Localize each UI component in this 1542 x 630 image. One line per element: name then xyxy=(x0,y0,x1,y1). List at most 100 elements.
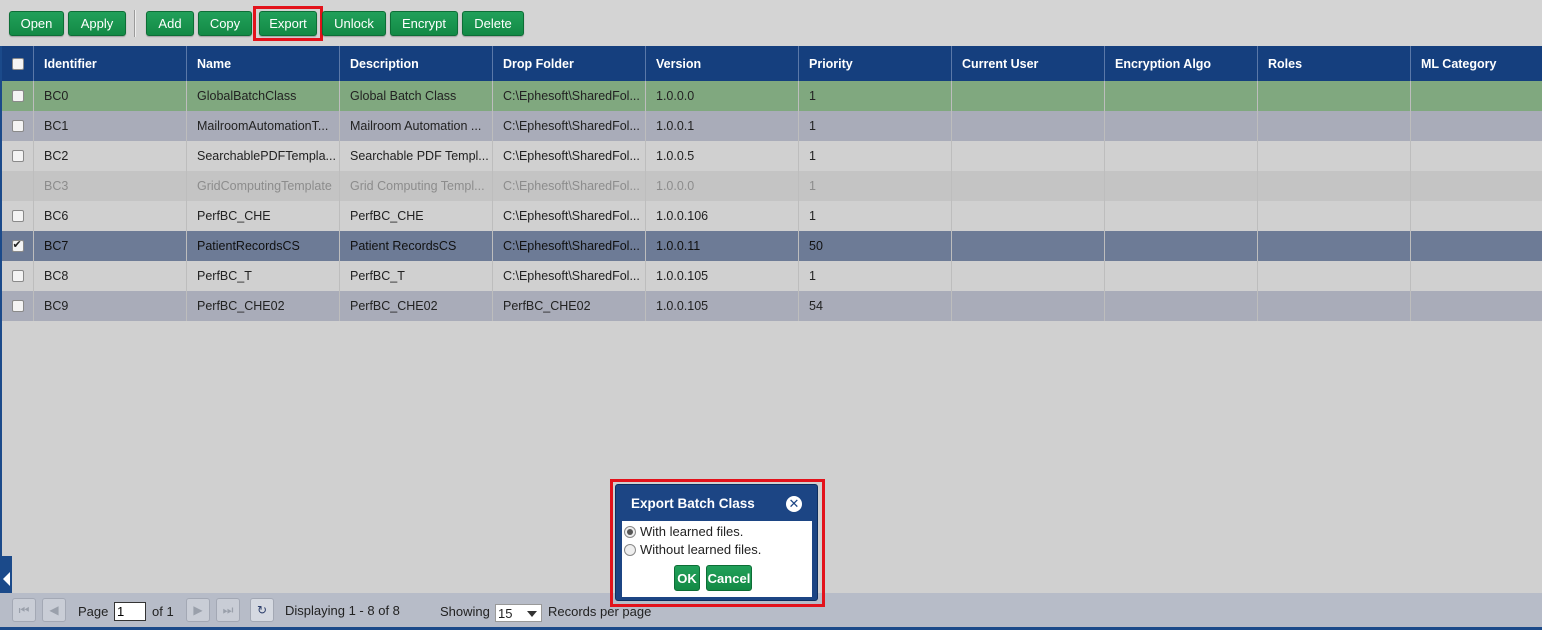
cell-ml-category xyxy=(1411,201,1542,231)
cell-name: GlobalBatchClass xyxy=(187,81,340,111)
first-page-icon[interactable]: ⏮ xyxy=(12,598,36,622)
select-all-checkbox[interactable] xyxy=(11,57,24,70)
row-checkbox[interactable] xyxy=(11,238,24,252)
table-row[interactable]: BC8 PerfBC_T PerfBC_T C:\Ephesoft\SharedFol… xyxy=(2,261,1542,291)
cell-name: PerfBC_CHE02 xyxy=(187,291,340,321)
row-checkbox[interactable] xyxy=(11,120,24,132)
without-learned-files-radio[interactable] xyxy=(624,543,636,556)
copy-button[interactable]: Copy xyxy=(198,11,252,36)
table-row[interactable]: BC3 GridComputingTemplate Grid Computing T… xyxy=(2,171,1542,201)
table-row[interactable]: BC7PatientRecordsCSPatient RecordsCSC:\E… xyxy=(2,231,1542,261)
cell-description: Mailroom Automation ... xyxy=(340,111,493,141)
cell-name: SearchablePDFTempla... xyxy=(187,141,340,171)
cell-drop-folder: C:\Ephesoft\SharedFol... xyxy=(493,141,646,171)
cell-drop-folder: C:\Ephesoft\SharedFol... xyxy=(493,111,646,141)
with-learned-files-label: With learned files. xyxy=(640,524,744,539)
row-checkbox[interactable] xyxy=(11,300,24,312)
cell-current-user xyxy=(952,141,1105,171)
export-button[interactable]: Export xyxy=(259,11,317,36)
cell-version: 1.0.0.1 xyxy=(646,111,799,141)
column-header-identifier[interactable]: Identifier xyxy=(34,46,187,81)
table-row[interactable]: BC1 MailroomAutomationT... Mailroom Automa… xyxy=(2,111,1542,141)
grid-header: Identifier Name Description Drop Folder … xyxy=(2,46,1542,81)
add-button[interactable]: Add xyxy=(146,11,194,36)
next-page-icon[interactable]: ▶ xyxy=(186,598,210,622)
table-row[interactable]: BC0 GlobalBatchClass Global Batch Class C:\… xyxy=(2,81,1542,111)
refresh-icon[interactable]: ↻ xyxy=(250,598,274,622)
cell-identifier: BC9 xyxy=(34,291,187,321)
cell-priority: 1 xyxy=(799,201,952,231)
cell-drop-folder: C:\Ephesoft\SharedFol... xyxy=(493,171,646,201)
previous-page-icon[interactable]: ◀ xyxy=(42,598,66,622)
table-row[interactable]: BC6 PerfBC_CHE PerfBC_CHE C:\Ephesoft\Share… xyxy=(2,201,1542,231)
cell-roles xyxy=(1258,81,1411,111)
with-learned-files-option[interactable]: With learned files. xyxy=(624,524,743,539)
export-batch-class-dialog: Export Batch Class ✕ With learned files.… xyxy=(615,484,818,601)
page-count-label: of 1 xyxy=(152,604,174,619)
column-header-priority[interactable]: Priority xyxy=(799,46,952,81)
column-header-encryption-algo[interactable]: Encryption Algo xyxy=(1105,46,1258,81)
cell-identifier: BC2 xyxy=(34,141,187,171)
cell-priority: 1 xyxy=(799,111,952,141)
with-learned-files-radio[interactable] xyxy=(624,525,636,538)
cell-ml-category xyxy=(1411,111,1542,141)
cell-roles xyxy=(1258,141,1411,171)
column-header-name[interactable]: Name xyxy=(187,46,340,81)
table-row[interactable]: BC9 PerfBC_CHE02 PerfBC_CHE02 PerfBC_CHE02 1… xyxy=(2,291,1542,321)
cell-ml-category xyxy=(1411,291,1542,321)
cell-encryption-algo xyxy=(1105,261,1258,291)
cell-current-user xyxy=(952,261,1105,291)
cell-drop-folder: C:\Ephesoft\SharedFol... xyxy=(493,231,646,261)
cell-roles xyxy=(1258,261,1411,291)
cell-priority: 1 xyxy=(799,81,952,111)
cell-version: 1.0.0.105 xyxy=(646,261,799,291)
apply-button[interactable]: Apply xyxy=(68,11,126,36)
row-checkbox[interactable] xyxy=(11,90,24,102)
column-header-version[interactable]: Version xyxy=(646,46,799,81)
cell-priority: 54 xyxy=(799,291,952,321)
column-header-ml-category[interactable]: ML Category xyxy=(1411,46,1542,81)
records-per-page-select[interactable]: 15 xyxy=(495,604,542,622)
encrypt-button[interactable]: Encrypt xyxy=(390,11,458,36)
ok-button[interactable]: OK xyxy=(674,565,700,591)
cell-current-user xyxy=(952,201,1105,231)
page-number-input[interactable] xyxy=(114,602,146,621)
page-label: Page xyxy=(78,604,109,619)
column-header-description[interactable]: Description xyxy=(340,46,493,81)
table-row[interactable]: BC2 SearchablePDFTempla... Searchable PDF … xyxy=(2,141,1542,171)
select-all-cell xyxy=(2,46,34,81)
cell-current-user xyxy=(952,291,1105,321)
cell-identifier: BC3 xyxy=(34,171,187,201)
cell-description: Patient RecordsCS xyxy=(340,231,493,261)
cell-identifier: BC6 xyxy=(34,201,187,231)
row-select-cell xyxy=(2,171,34,201)
cell-version: 1.0.0.11 xyxy=(646,231,799,261)
cell-name: PerfBC_T xyxy=(187,261,340,291)
row-checkbox[interactable] xyxy=(11,150,24,162)
row-select-cell xyxy=(2,261,34,291)
cell-encryption-algo xyxy=(1105,141,1258,171)
close-icon[interactable]: ✕ xyxy=(786,496,802,512)
row-checkbox[interactable] xyxy=(11,270,24,282)
cell-version: 1.0.0.106 xyxy=(646,201,799,231)
row-checkbox[interactable] xyxy=(11,210,24,222)
cell-drop-folder: PerfBC_CHE02 xyxy=(493,291,646,321)
cell-version: 1.0.0.0 xyxy=(646,81,799,111)
cancel-button[interactable]: Cancel xyxy=(706,565,752,591)
without-learned-files-option[interactable]: Without learned files. xyxy=(624,542,761,557)
cell-encryption-algo xyxy=(1105,171,1258,201)
cell-encryption-algo xyxy=(1105,291,1258,321)
delete-button[interactable]: Delete xyxy=(462,11,524,36)
last-page-icon[interactable]: ⏭ xyxy=(216,598,240,622)
column-header-drop-folder[interactable]: Drop Folder xyxy=(493,46,646,81)
row-select-cell xyxy=(2,81,34,111)
unlock-button[interactable]: Unlock xyxy=(322,11,386,36)
cell-roles xyxy=(1258,171,1411,201)
column-header-roles[interactable]: Roles xyxy=(1258,46,1411,81)
cell-encryption-algo xyxy=(1105,111,1258,141)
cell-name: PerfBC_CHE xyxy=(187,201,340,231)
cell-roles xyxy=(1258,291,1411,321)
column-header-current-user[interactable]: Current User xyxy=(952,46,1105,81)
open-button[interactable]: Open xyxy=(9,11,64,36)
cell-drop-folder: C:\Ephesoft\SharedFol... xyxy=(493,81,646,111)
